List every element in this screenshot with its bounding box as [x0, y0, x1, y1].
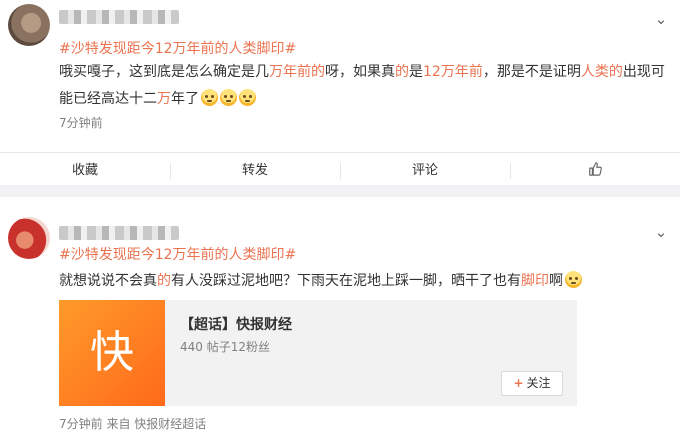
- favorite-label: 收藏: [71, 163, 98, 178]
- avatar[interactable]: [8, 217, 50, 259]
- card-logo: 快: [59, 300, 165, 406]
- username-blurred[interactable]: [59, 226, 179, 240]
- post-text-segment: 是: [409, 64, 423, 80]
- plus-icon: +: [513, 376, 524, 390]
- feed-separator: [0, 185, 680, 197]
- post-text-segment: 哦买嘎子，这到底是怎么确定是几: [59, 64, 269, 80]
- favorite-button[interactable]: 收藏: [0, 156, 170, 186]
- chevron-down-icon[interactable]: ⌄: [652, 10, 670, 28]
- highlighted-keyword[interactable]: 的: [395, 64, 409, 80]
- highlighted-keyword[interactable]: 万: [157, 91, 171, 107]
- card-title[interactable]: 【超话】快报财经: [180, 314, 292, 334]
- post-text-segment: ，那是不是证明: [482, 64, 581, 80]
- avatar[interactable]: [8, 4, 50, 46]
- post-text-segment: 就想说说不会真: [59, 273, 157, 289]
- topic-link[interactable]: #沙特发现距今12万年前的人类脚印#: [59, 244, 296, 264]
- follow-button[interactable]: + 关注: [501, 371, 563, 396]
- action-bar: 收藏 转发 评论: [0, 156, 680, 186]
- post-text-segment: 有人没踩过泥地吧？下雨天在泥地上踩一脚，晒干了也有: [171, 273, 521, 289]
- supertopic-card[interactable]: 快 【超话】快报财经 440 帖子12粉丝 + 关注: [59, 300, 577, 406]
- smile-emoji-icon: [220, 89, 237, 106]
- like-button[interactable]: [510, 156, 680, 186]
- post-text-segment: 年了: [171, 91, 199, 107]
- username-blurred[interactable]: [59, 10, 179, 24]
- smile-emoji-icon: [565, 271, 582, 288]
- post-text-segment: 呀，如果真: [325, 64, 395, 80]
- feed-post-1: ⌄ #沙特发现距今12万年前的人类脚印# 哦买嘎子，这到底是怎么确定是几万年前的…: [0, 0, 680, 185]
- repost-label: 转发: [241, 163, 268, 178]
- highlighted-keyword[interactable]: 脚印: [521, 273, 549, 289]
- chevron-down-icon[interactable]: ⌄: [652, 223, 670, 241]
- highlighted-keyword[interactable]: 人类的: [581, 64, 623, 80]
- comment-label: 评论: [411, 163, 438, 178]
- topic-link[interactable]: #沙特发现距今12万年前的人类脚印#: [59, 38, 296, 58]
- post-text-segment: 啊: [549, 273, 563, 289]
- highlighted-keyword[interactable]: 12万年前: [423, 64, 483, 80]
- smile-emoji-icon: [239, 89, 256, 106]
- comment-button[interactable]: 评论: [340, 156, 510, 186]
- highlighted-keyword[interactable]: 的: [157, 273, 171, 289]
- repost-button[interactable]: 转发: [170, 156, 340, 186]
- follow-label: 关注: [526, 376, 551, 390]
- post-time[interactable]: 7分钟前: [59, 114, 103, 131]
- divider: [0, 152, 680, 153]
- feed-post-2: ⌄ #沙特发现距今12万年前的人类脚印# 就想说说不会真的有人没踩过泥地吧？下雨…: [0, 197, 680, 433]
- smile-emoji-icon: [201, 89, 218, 106]
- thumbs-up-icon: [589, 162, 602, 176]
- highlighted-keyword[interactable]: 万年前的: [269, 64, 325, 80]
- post-text: 就想说说不会真的有人没踩过泥地吧？下雨天在泥地上踩一脚，晒干了也有脚印啊: [59, 268, 669, 295]
- post-meta: 7分钟前 来自 快报财经超话: [59, 417, 207, 431]
- post-text: 哦买嘎子，这到底是怎么确定是几万年前的呀，如果真的是12万年前，那是不是证明人类…: [59, 59, 669, 113]
- card-subtitle: 440 帖子12粉丝: [180, 340, 270, 354]
